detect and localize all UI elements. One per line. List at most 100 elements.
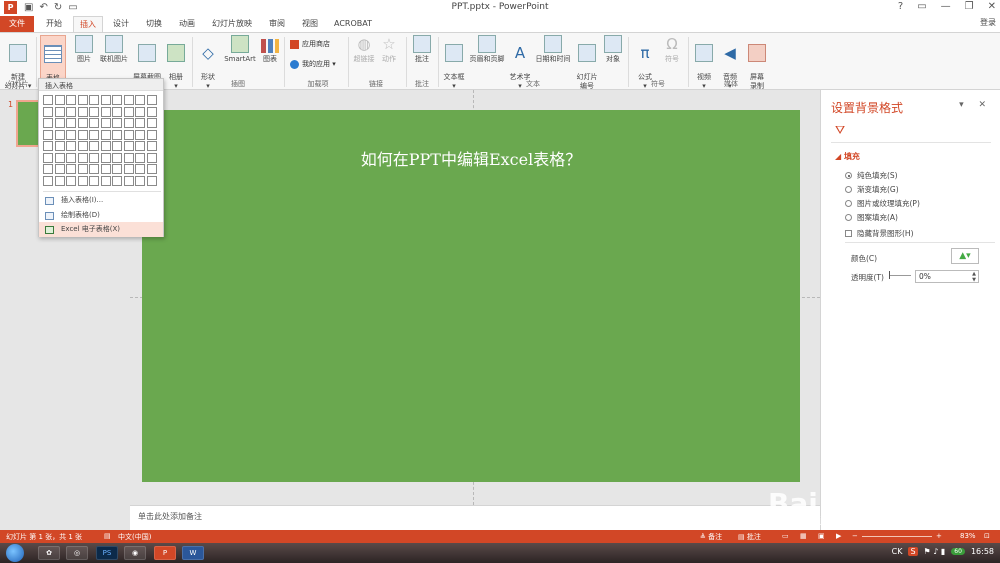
album-button[interactable]: 相册 ▾	[164, 35, 188, 91]
table-grid-cell[interactable]	[66, 164, 76, 174]
table-grid-cell[interactable]	[89, 175, 99, 186]
table-grid-cell[interactable]	[112, 118, 122, 128]
table-grid-cell[interactable]	[112, 106, 122, 117]
table-grid-cell[interactable]	[146, 95, 157, 105]
table-grid-cell[interactable]	[123, 164, 134, 174]
table-grid-cell[interactable]	[77, 141, 88, 151]
draw-table-menu-item[interactable]: 绘制表格(D)	[39, 208, 163, 223]
word-taskbar-icon[interactable]: W	[182, 546, 204, 560]
table-grid-cell[interactable]	[146, 175, 157, 186]
table-grid-cell[interactable]	[112, 175, 122, 186]
tab-acrobat[interactable]: ACROBAT	[330, 16, 376, 32]
table-grid-cell[interactable]	[112, 164, 122, 174]
ribbon-display-icon[interactable]: ▭	[917, 1, 926, 12]
table-grid-cell[interactable]	[54, 141, 65, 151]
table-grid-cell[interactable]	[66, 141, 76, 151]
fit-slide-icon[interactable]: ⊡	[984, 532, 990, 540]
zoom-in-icon[interactable]: +	[936, 532, 942, 540]
table-grid-cell[interactable]	[112, 95, 122, 105]
slideshow-view-icon[interactable]: ▶	[836, 532, 841, 540]
picture-button[interactable]: 图片	[72, 35, 96, 64]
table-grid-cell[interactable]	[43, 118, 53, 128]
table-grid-cell[interactable]	[100, 95, 111, 105]
spinner-arrows-icon[interactable]: ▲ ▼	[972, 271, 976, 283]
start-button-icon[interactable]	[6, 544, 24, 562]
tab-home[interactable]: 开始	[40, 16, 68, 32]
object-button[interactable]: 对象	[602, 35, 624, 64]
tray-icons[interactable]: ⚑ ♪ ▮	[924, 547, 946, 556]
table-grid-cell[interactable]	[89, 141, 99, 151]
photoshop-icon[interactable]: PS	[96, 546, 118, 560]
table-grid-cell[interactable]	[112, 129, 122, 140]
table-grid-cell[interactable]	[123, 118, 134, 128]
table-grid-cell[interactable]	[77, 164, 88, 174]
powerpoint-taskbar-icon[interactable]: P	[154, 546, 176, 560]
table-grid-cell[interactable]	[66, 175, 76, 186]
table-grid-cell[interactable]	[100, 152, 111, 163]
action-button[interactable]: ☆ 动作	[378, 35, 400, 64]
table-grid-cell[interactable]	[100, 175, 111, 186]
my-apps-button[interactable]: 我的应用 ▾	[290, 59, 336, 69]
app-store-button[interactable]: 应用商店	[290, 39, 330, 49]
excel-spreadsheet-menu-item[interactable]: Excel 电子表格(X)	[39, 222, 163, 237]
transparency-spinner[interactable]: 0% ▲ ▼	[915, 270, 979, 283]
table-grid-cell[interactable]	[66, 95, 76, 105]
comment-button[interactable]: 批注	[410, 35, 434, 64]
table-grid-cell[interactable]	[135, 152, 145, 163]
table-grid-cell[interactable]	[112, 152, 122, 163]
datetime-button[interactable]: 日期和时间	[534, 35, 572, 64]
table-grid-cell[interactable]	[89, 164, 99, 174]
table-grid-cell[interactable]	[43, 106, 53, 117]
table-grid-cell[interactable]	[89, 129, 99, 140]
table-grid-cell[interactable]	[89, 118, 99, 128]
table-grid-cell[interactable]	[146, 118, 157, 128]
table-grid-cell[interactable]	[146, 152, 157, 163]
table-grid-cell[interactable]	[146, 106, 157, 117]
chart-button[interactable]: 图表	[260, 35, 280, 64]
table-grid-cell[interactable]	[123, 141, 134, 151]
chrome-icon[interactable]: ◉	[124, 546, 146, 560]
normal-view-icon[interactable]: ▭	[782, 532, 789, 540]
table-grid-cell[interactable]	[100, 164, 111, 174]
comments-toggle[interactable]: ▤ 批注	[738, 532, 761, 542]
restore-icon[interactable]: ❐	[965, 1, 974, 12]
paint-bucket-icon[interactable]: ⛛	[835, 123, 845, 138]
table-grid-cell[interactable]	[112, 141, 122, 151]
slide-canvas[interactable]: 如何在PPT中编辑Excel表格？	[142, 110, 800, 482]
table-grid-cell[interactable]	[77, 95, 88, 105]
transparency-slider[interactable]	[889, 271, 911, 279]
table-grid-cell[interactable]	[54, 152, 65, 163]
hide-background-checkbox[interactable]: 隐藏背景图形(H)	[845, 228, 914, 239]
table-grid-cell[interactable]	[89, 106, 99, 117]
table-grid-cell[interactable]	[135, 95, 145, 105]
checkbox[interactable]	[845, 230, 852, 237]
header-footer-button[interactable]: 页眉和页脚	[468, 35, 506, 64]
minimize-icon[interactable]: —	[941, 1, 951, 12]
tab-file[interactable]: 文件	[0, 16, 34, 32]
table-grid-cell[interactable]	[146, 164, 157, 174]
table-grid-cell[interactable]	[123, 95, 134, 105]
table-grid-cell[interactable]	[123, 152, 134, 163]
table-grid-cell[interactable]	[54, 164, 65, 174]
symbol-button[interactable]: Ω 符号	[660, 35, 684, 64]
table-grid-cell[interactable]	[43, 152, 53, 163]
table-grid-cell[interactable]	[66, 106, 76, 117]
pattern-fill-option[interactable]: 图案填充(A)	[845, 212, 898, 223]
table-grid-cell[interactable]	[66, 152, 76, 163]
table-grid-cell[interactable]	[100, 106, 111, 117]
sorter-view-icon[interactable]: ▦	[800, 532, 807, 540]
radio[interactable]	[845, 186, 852, 193]
table-grid-cell[interactable]	[54, 95, 65, 105]
pane-controls[interactable]: ▾ ✕	[959, 100, 992, 110]
table-grid-cell[interactable]	[43, 129, 53, 140]
radio[interactable]	[845, 214, 852, 221]
smartart-button[interactable]: SmartArt	[222, 35, 258, 64]
tab-design[interactable]: 设计	[108, 16, 134, 32]
zoom-out-icon[interactable]: −	[852, 532, 858, 540]
close-icon[interactable]: ✕	[988, 1, 996, 12]
table-grid-cell[interactable]	[77, 118, 88, 128]
table-grid-cell[interactable]	[100, 141, 111, 151]
gradient-fill-option[interactable]: 渐变填充(G)	[845, 184, 899, 195]
tab-insert[interactable]: 插入	[73, 16, 103, 33]
zoom-slider[interactable]	[862, 536, 932, 537]
